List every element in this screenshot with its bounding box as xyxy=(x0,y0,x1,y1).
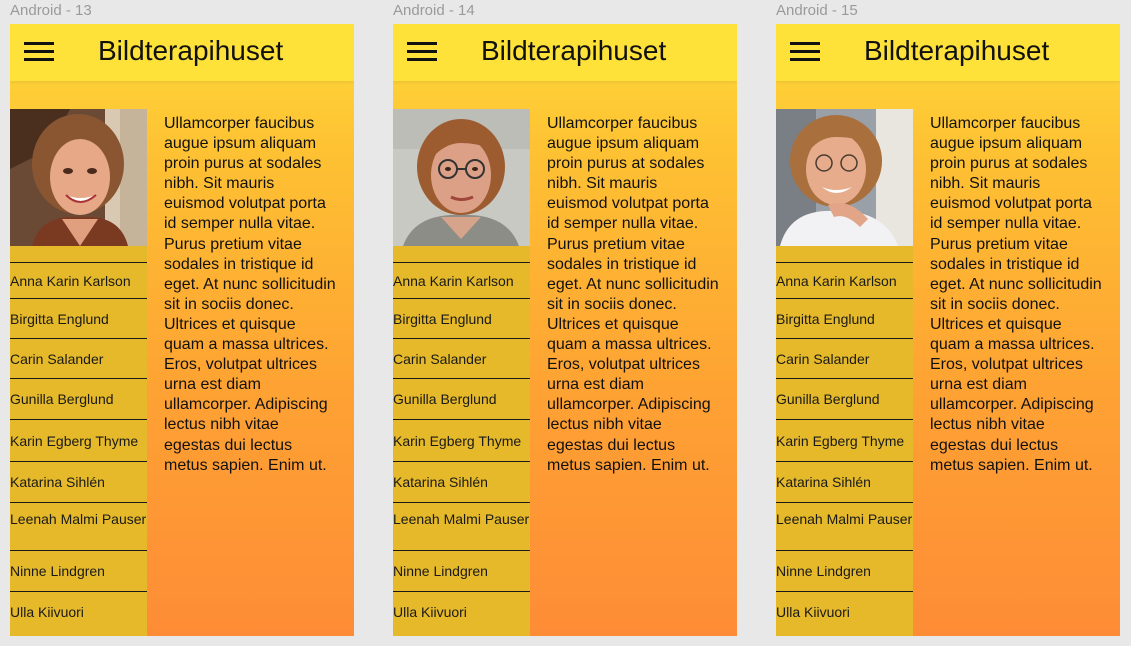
nav-item-ninne-lindgren[interactable]: Ninne Lindgren xyxy=(393,550,530,592)
app-bar: Bildterapihuset xyxy=(393,24,737,81)
nav-item-ninne-lindgren[interactable]: Ninne Lindgren xyxy=(776,550,913,592)
nav-item-anna-karin-karlson[interactable]: Anna Karin Karlson xyxy=(776,262,913,299)
nav-item-leenah-malmi-pauser[interactable]: Leenah Malmi Pauser xyxy=(776,502,913,550)
app-bar: Bildterapihuset xyxy=(10,24,354,81)
hamburger-menu-icon[interactable] xyxy=(790,42,820,62)
nav-item-gunilla-berglund[interactable]: Gunilla Berglund xyxy=(393,378,530,420)
nav-item-katarina-sihlen[interactable]: Katarina Sihlén xyxy=(10,461,147,503)
body-text: Ullamcorper faucibus augue ipsum aliquam… xyxy=(547,115,719,474)
nav-item-carin-salander[interactable]: Carin Salander xyxy=(10,338,147,379)
nav-item-birgitta-englund[interactable]: Birgitta Englund xyxy=(393,298,530,339)
profile-photo xyxy=(776,109,913,246)
android-frame: Bildterapihuset Anna Karin Karlson Birgi… xyxy=(776,24,1120,636)
sidebar: Anna Karin Karlson Birgitta Englund Cari… xyxy=(10,246,147,636)
sidebar: Anna Karin Karlson Birgitta Englund Cari… xyxy=(776,246,913,636)
hamburger-menu-icon[interactable] xyxy=(407,42,437,62)
app-title: Bildterapihuset xyxy=(864,35,1050,66)
frame-label: Android - 14 xyxy=(393,2,475,19)
nav-item-karin-egberg-thyme[interactable]: Karin Egberg Thyme xyxy=(776,419,913,462)
frame-label: Android - 15 xyxy=(776,2,858,19)
body-text: Ullamcorper faucibus augue ipsum aliquam… xyxy=(164,115,336,474)
nav-item-anna-karin-karlson[interactable]: Anna Karin Karlson xyxy=(393,262,530,299)
nav-item-katarina-sihlen[interactable]: Katarina Sihlén xyxy=(393,461,530,503)
nav-item-carin-salander[interactable]: Carin Salander xyxy=(776,338,913,379)
nav-item-katarina-sihlen[interactable]: Katarina Sihlén xyxy=(776,461,913,503)
android-frame: Bildterapihuset Anna Karin Karlson Birgi… xyxy=(393,24,737,636)
hamburger-menu-icon[interactable] xyxy=(24,42,54,62)
nav-item-ninne-lindgren[interactable]: Ninne Lindgren xyxy=(10,550,147,592)
profile-photo xyxy=(10,109,147,246)
frame-label: Android - 13 xyxy=(10,2,92,19)
nav-item-birgitta-englund[interactable]: Birgitta Englund xyxy=(10,298,147,339)
nav-item-gunilla-berglund[interactable]: Gunilla Berglund xyxy=(776,378,913,420)
nav-item-ulla-kiivuori[interactable]: Ulla Kiivuori xyxy=(10,591,147,632)
nav-item-ulla-kiivuori[interactable]: Ulla Kiivuori xyxy=(393,591,530,632)
nav-item-ulla-kiivuori[interactable]: Ulla Kiivuori xyxy=(776,591,913,632)
nav-item-leenah-malmi-pauser[interactable]: Leenah Malmi Pauser xyxy=(393,502,530,550)
nav-item-karin-egberg-thyme[interactable]: Karin Egberg Thyme xyxy=(10,419,147,462)
nav-item-leenah-malmi-pauser[interactable]: Leenah Malmi Pauser xyxy=(10,502,147,550)
nav-item-carin-salander[interactable]: Carin Salander xyxy=(393,338,530,379)
sidebar: Anna Karin Karlson Birgitta Englund Cari… xyxy=(393,246,530,636)
profile-photo xyxy=(393,109,530,246)
nav-item-birgitta-englund[interactable]: Birgitta Englund xyxy=(776,298,913,339)
android-frame: Bildterapihuset Anna Karin Karlson Birgi… xyxy=(10,24,354,636)
body-text: Ullamcorper faucibus augue ipsum aliquam… xyxy=(930,115,1102,474)
app-title: Bildterapihuset xyxy=(98,35,284,66)
nav-item-karin-egberg-thyme[interactable]: Karin Egberg Thyme xyxy=(393,419,530,462)
nav-item-anna-karin-karlson[interactable]: Anna Karin Karlson xyxy=(10,262,147,299)
app-title: Bildterapihuset xyxy=(481,35,667,66)
nav-item-gunilla-berglund[interactable]: Gunilla Berglund xyxy=(10,378,147,420)
app-bar: Bildterapihuset xyxy=(776,24,1120,81)
